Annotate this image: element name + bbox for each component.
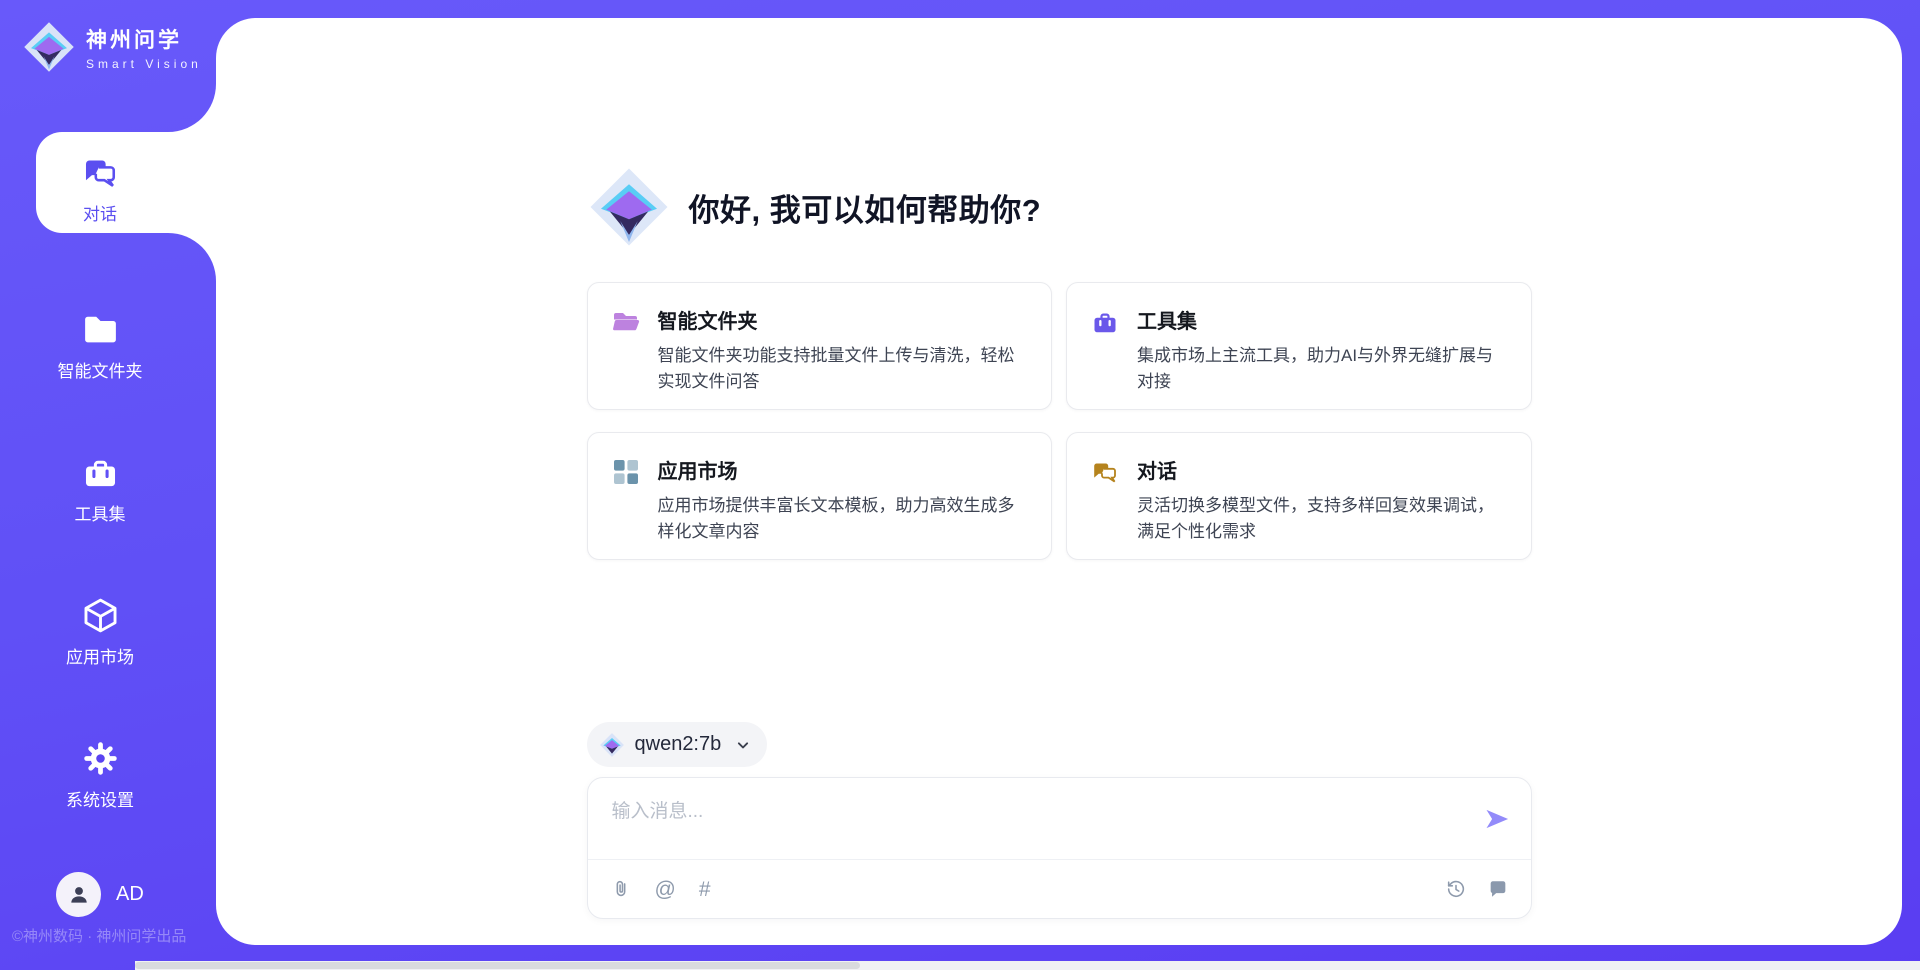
card-description: 灵活切换多模型文件，支持多样回复效果调试，满足个性化需求 [1137,493,1507,546]
diamond-logo-icon [22,20,76,74]
greeting: 你好, 我可以如何帮助你? [587,165,1532,249]
card-title: 对话 [1137,455,1507,484]
active-tab-pill [36,132,216,233]
message-input[interactable] [612,796,1461,851]
sidebar-item-chat[interactable]: 对话 [0,132,200,233]
history-icon[interactable] [1445,878,1467,900]
sidebar-item-label: 系统设置 [66,786,134,811]
chat-bubbles-icon [1091,455,1121,537]
toolbox-icon [80,452,121,493]
sidebar-item-app-market[interactable]: 应用市场 [0,575,200,676]
composer-toolbar: @ # [588,860,1531,918]
cube-icon [80,595,121,636]
card-title: 应用市场 [658,455,1028,484]
sidebar-item-label: 智能文件夹 [58,357,143,382]
model-selector[interactable]: qwen2:7b [587,722,768,767]
sidebar-item-toolset[interactable]: 工具集 [0,432,200,533]
gear-icon [80,738,121,779]
footer-credit: ©神州数码 · 神州问学出品 [12,925,186,946]
brand-name: 神州问学 [86,24,202,54]
folder-icon [80,309,121,350]
diamond-logo-icon [587,165,671,249]
brand-subtitle: Smart Vision [86,57,202,71]
composer: qwen2:7b @ [587,722,1532,919]
chat-bubbles-icon [80,152,121,193]
message-input-card: @ # [587,777,1532,919]
sidebar-item-settings[interactable]: 系统设置 [0,718,200,819]
horizontal-scrollbar[interactable] [135,961,1920,970]
sidebar-item-smart-folders[interactable]: 智能文件夹 [0,289,200,390]
brand: 神州问学 Smart Vision [22,20,202,74]
folder-open-icon [612,305,642,387]
user-block[interactable]: AD [56,872,144,917]
card-chat[interactable]: 对话 灵活切换多模型文件，支持多样回复效果调试，满足个性化需求 [1066,432,1532,560]
chevron-down-icon [733,735,753,755]
card-smart-folders[interactable]: 智能文件夹 智能文件夹功能支持批量文件上传与清洗，轻松实现文件问答 [587,282,1053,410]
card-toolset[interactable]: 工具集 集成市场上主流工具，助力AI与外界无缝扩展与对接 [1066,282,1532,410]
sidebar-item-label: 对话 [83,200,117,225]
card-title: 工具集 [1137,305,1507,334]
card-description: 应用市场提供丰富长文本模板，助力高效生成多样化文章内容 [658,493,1028,546]
model-name: qwen2:7b [635,733,722,756]
sidebar-item-label: 应用市场 [66,643,134,668]
at-icon[interactable]: @ [655,879,676,900]
diamond-logo-icon [599,732,625,758]
card-description: 智能文件夹功能支持批量文件上传与清洗，轻松实现文件问答 [658,343,1028,396]
toolbox-icon [1091,305,1121,387]
sidebar-nav: 对话 智能文件夹 工具集 应用市场 [0,132,200,861]
card-description: 集成市场上主流工具，助力AI与外界无缝扩展与对接 [1137,343,1507,396]
scrollbar-thumb[interactable] [135,962,860,969]
app-grid-icon [612,455,642,537]
card-app-market[interactable]: 应用市场 应用市场提供丰富长文本模板，助力高效生成多样化文章内容 [587,432,1053,560]
sidebar-item-label: 工具集 [75,500,126,525]
main-panel: 你好, 我可以如何帮助你? 智能文件夹 智能文件夹功能支持批量文件上传与清洗，轻… [216,18,1902,945]
chat-bubble-icon[interactable] [1487,878,1509,900]
send-button[interactable] [1483,805,1511,833]
feature-cards: 智能文件夹 智能文件夹功能支持批量文件上传与清洗，轻松实现文件问答 工具集 集成… [587,282,1532,560]
greeting-title: 你好, 我可以如何帮助你? [689,185,1042,230]
person-icon [66,882,92,908]
paperclip-icon[interactable] [610,878,632,900]
card-title: 智能文件夹 [658,305,1028,334]
avatar [56,872,101,917]
user-name: AD [116,883,144,906]
hash-icon[interactable]: # [699,879,711,900]
send-icon [1483,805,1511,833]
